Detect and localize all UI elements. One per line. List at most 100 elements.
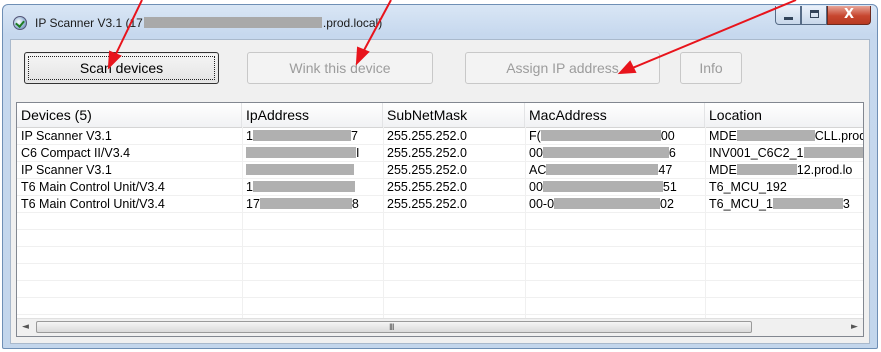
location-text-a: MDE [709, 163, 737, 177]
device-cell: C6 Compact II/V3.4 [21, 146, 131, 160]
ip-cell: 17 8 [242, 196, 383, 212]
redaction-bar [772, 198, 843, 209]
ip-text-b: 8 [351, 197, 359, 211]
mac-text-a: 00 [529, 180, 543, 194]
mac-cell: AC 47 [525, 162, 705, 178]
column-header-subnetmask[interactable]: SubNetMask [383, 103, 525, 127]
ip-text-b: I [356, 146, 360, 160]
mac-text-b: 02 [660, 197, 674, 211]
app-icon [13, 16, 27, 30]
location-cell: MDE 12.prod.lo [705, 162, 863, 178]
caption-buttons: X [775, 6, 871, 26]
column-header-location[interactable]: Location [705, 103, 863, 127]
column-header-ipaddress[interactable]: IpAddress [242, 103, 383, 127]
mask-cell: 255.255.252.0 [387, 146, 467, 160]
location-cell: MDE CLL.prod [705, 128, 864, 144]
ip-cell [242, 162, 383, 178]
table-row[interactable]: T6 Main Control Unit/V3.4 1 255.255.252.… [17, 179, 863, 196]
redaction-bar [736, 164, 797, 175]
grip-icon: III [389, 322, 394, 332]
client-area: Scan devices Wink this device Assign IP … [10, 39, 870, 344]
assign-ip-button[interactable]: Assign IP address [465, 52, 660, 84]
scan-devices-button[interactable]: Scan devices [24, 52, 219, 84]
ip-text-a: 17 [246, 197, 260, 211]
wink-device-button[interactable]: Wink this device [247, 52, 433, 84]
mac-text-a: AC [529, 163, 547, 177]
location-text-a: MDE [709, 129, 737, 143]
empty-row [17, 230, 863, 247]
mac-text-a: 00-0 [529, 197, 555, 211]
list-rows: IP Scanner V3.1 17 255.255.252.0 F(00 MD… [17, 128, 863, 332]
redaction-bar [252, 130, 351, 141]
mask-cell: 255.255.252.0 [387, 197, 467, 211]
ip-cell: I [242, 145, 383, 161]
redaction-bar [542, 181, 663, 192]
redaction-bar [143, 17, 322, 28]
location-text-b: 12.prod.lo [796, 163, 853, 177]
table-row[interactable]: IP Scanner V3.1 255.255.252.0 AC 47 MDE 12… [17, 162, 863, 179]
ip-cell: 1 [242, 179, 383, 195]
column-header-macaddress[interactable]: MacAddress [525, 103, 705, 127]
device-cell: IP Scanner V3.1 [21, 163, 112, 177]
redaction-bar [259, 198, 352, 209]
window-title-prefix: IP Scanner V3.1 (17 [35, 16, 143, 30]
location-cell: T6_MCU_1 3 [705, 196, 863, 212]
redaction-bar [246, 164, 354, 175]
column-header-devices[interactable]: Devices (5) [17, 103, 242, 127]
window-title-suffix: .prod.local) [322, 16, 383, 30]
device-cell: T6 Main Control Unit/V3.4 [21, 197, 165, 211]
ip-text-a: 1 [246, 129, 253, 143]
app-window: IP Scanner V3.1 (17 .prod.local) X Scan d… [2, 4, 878, 349]
ip-text-b: 7 [350, 129, 358, 143]
redaction-bar [246, 147, 356, 158]
mac-text-b: 00 [660, 129, 675, 143]
close-icon: X [843, 7, 855, 22]
empty-row [17, 298, 863, 315]
location-cell: INV001_C6C2_1 [705, 145, 863, 161]
location-text-b: CLL.prod [814, 129, 864, 143]
mask-cell: 255.255.252.0 [387, 129, 467, 143]
scroll-left-icon[interactable]: ◄ [17, 319, 34, 336]
table-row[interactable]: T6 Main Control Unit/V3.4 17 8 255.255.25… [17, 196, 863, 213]
mac-cell: 00 51 [525, 179, 705, 195]
mask-cell: 255.255.252.0 [387, 163, 467, 177]
ip-cell: 17 [242, 128, 383, 144]
info-label: Info [699, 60, 723, 76]
mac-cell: 00 6 [525, 145, 705, 161]
device-cell: IP Scanner V3.1 [21, 129, 112, 143]
table-row[interactable]: C6 Compact II/V3.4 I 255.255.252.0 00 6 I… [17, 145, 863, 162]
ip-text-a: 1 [246, 180, 253, 194]
redaction-bar [803, 147, 863, 158]
window-title: IP Scanner V3.1 (17 .prod.local) [35, 16, 382, 30]
info-button[interactable]: Info [680, 52, 742, 84]
close-button[interactable]: X [827, 6, 871, 25]
scroll-thumb[interactable]: III [36, 321, 752, 333]
empty-row [17, 264, 863, 281]
mask-cell: 255.255.252.0 [387, 180, 467, 194]
minimize-button[interactable] [775, 6, 801, 25]
mac-text-b: 51 [662, 180, 677, 194]
mac-text-a: 00 [529, 146, 543, 160]
maximize-button[interactable] [801, 6, 827, 25]
maximize-icon [810, 10, 819, 18]
mac-text-b: 6 [668, 146, 676, 160]
redaction-bar [736, 130, 815, 141]
mac-cell: 00-0 02 [525, 196, 705, 212]
title-bar[interactable]: IP Scanner V3.1 (17 .prod.local) X [3, 5, 877, 39]
scroll-right-icon[interactable]: ► [846, 319, 863, 336]
redaction-bar [540, 130, 661, 141]
redaction-bar [546, 164, 659, 175]
mac-cell: F( 00 [525, 128, 705, 144]
horizontal-scrollbar[interactable]: ◄ III ► [17, 318, 863, 336]
empty-row [17, 281, 863, 298]
table-row[interactable]: IP Scanner V3.1 17 255.255.252.0 F(00 MD… [17, 128, 863, 145]
empty-row [17, 213, 863, 230]
location-text-a: T6_MCU_192 [709, 180, 787, 194]
device-list[interactable]: Devices (5) IpAddress SubNetMask MacAddr… [16, 102, 864, 337]
focus-rect [28, 56, 215, 80]
location-text-a: T6_MCU_1 [709, 197, 773, 211]
location-cell: T6_MCU_192 [705, 179, 863, 195]
minimize-icon [784, 17, 793, 20]
location-text-b: 3 [842, 197, 850, 211]
mac-text-a: F( [529, 129, 541, 143]
